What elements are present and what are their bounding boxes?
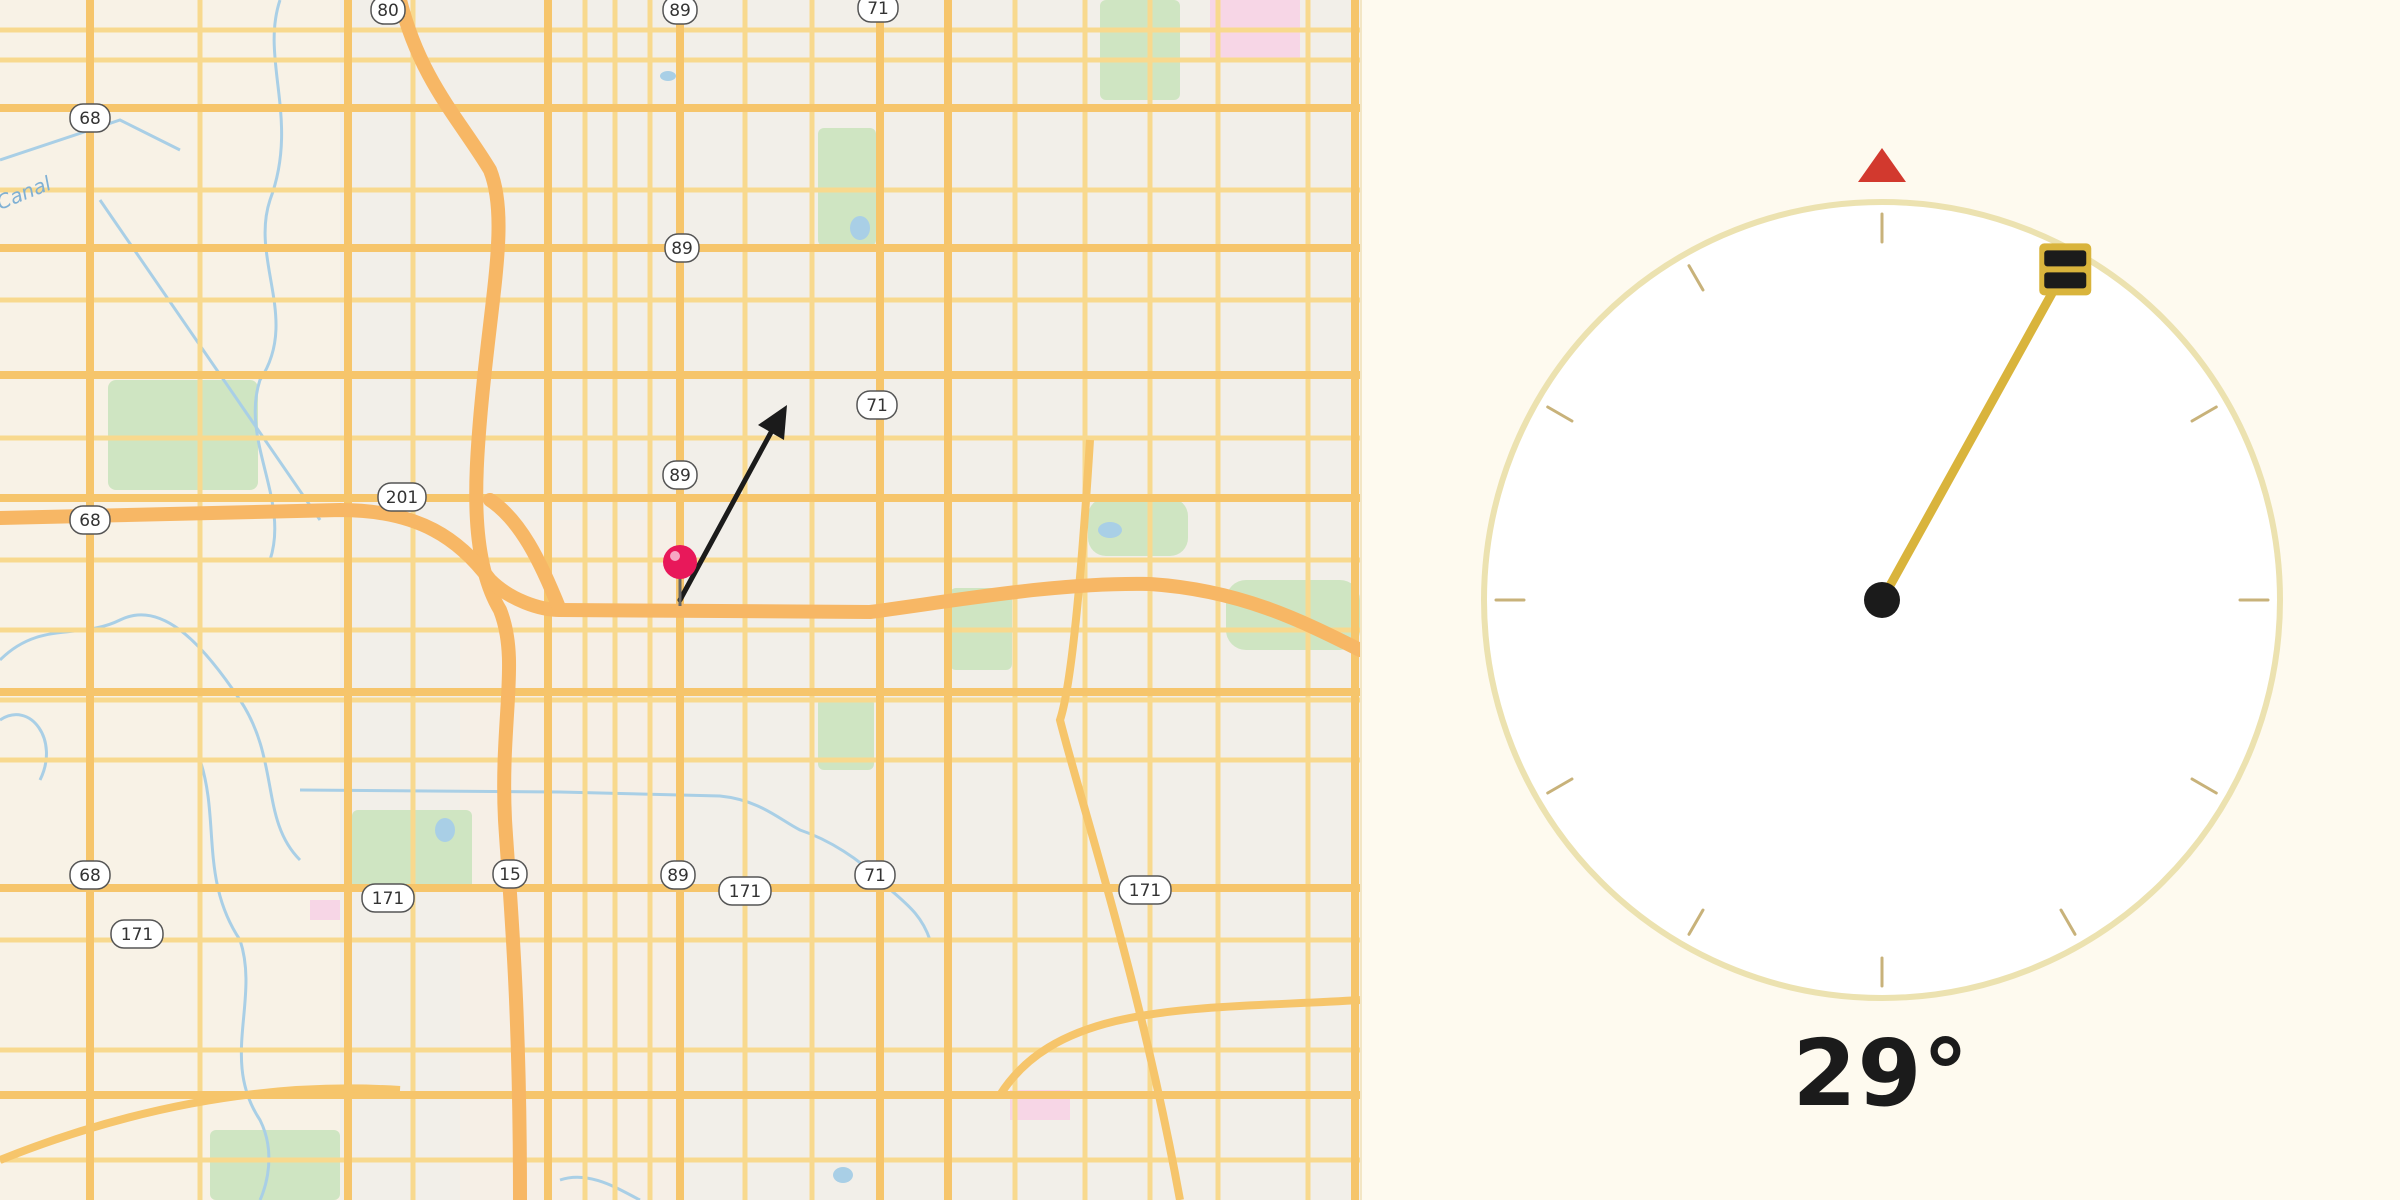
route-shield: 71 bbox=[854, 860, 896, 890]
route-shield: 68 bbox=[69, 505, 111, 535]
svg-text:80: 80 bbox=[377, 1, 399, 21]
svg-text:68: 68 bbox=[79, 511, 101, 531]
svg-text:201: 201 bbox=[386, 488, 418, 508]
svg-text:71: 71 bbox=[867, 0, 889, 19]
svg-text:71: 71 bbox=[864, 866, 886, 886]
route-shield: 80 bbox=[370, 0, 406, 25]
north-triangle-icon bbox=[1858, 148, 1906, 182]
svg-text:89: 89 bbox=[669, 466, 691, 486]
route-shield: 201 bbox=[377, 482, 427, 512]
needle-pivot bbox=[1864, 582, 1900, 618]
map-canvas[interactable]: 80 89 71 68 89 71 89 201 68 68 15 89 171… bbox=[0, 0, 1360, 1200]
route-shield: 89 bbox=[662, 460, 698, 490]
route-shield: 71 bbox=[856, 390, 898, 420]
heading-value: 29° bbox=[1792, 1020, 1970, 1127]
map-view[interactable]: 80 89 71 68 89 71 89 201 68 68 15 89 171… bbox=[0, 0, 1362, 1200]
svg-text:171: 171 bbox=[121, 925, 153, 945]
svg-text:171: 171 bbox=[729, 882, 761, 902]
svg-text:68: 68 bbox=[79, 866, 101, 886]
svg-text:68: 68 bbox=[79, 109, 101, 129]
svg-text:89: 89 bbox=[667, 866, 689, 886]
svg-text:71: 71 bbox=[866, 396, 888, 416]
route-shield: 89 bbox=[662, 0, 698, 25]
svg-text:15: 15 bbox=[499, 865, 521, 885]
svg-text:89: 89 bbox=[671, 239, 693, 259]
svg-text:171: 171 bbox=[372, 889, 404, 909]
route-shield: 89 bbox=[660, 860, 696, 890]
route-shield: 171 bbox=[361, 883, 415, 913]
route-shield: 89 bbox=[664, 233, 700, 263]
route-shield: 15 bbox=[492, 859, 528, 889]
route-shield: 171 bbox=[718, 876, 772, 906]
route-shield: 171 bbox=[110, 919, 164, 949]
svg-text:171: 171 bbox=[1129, 881, 1161, 901]
route-shield: 71 bbox=[857, 0, 899, 23]
route-shield: 68 bbox=[69, 860, 111, 890]
drag-handle-icon[interactable] bbox=[2039, 243, 2092, 296]
compass-panel: 29° bbox=[1362, 0, 2400, 1200]
svg-text:89: 89 bbox=[669, 1, 691, 21]
route-shield: 68 bbox=[69, 103, 111, 133]
route-shield: 171 bbox=[1118, 875, 1172, 905]
